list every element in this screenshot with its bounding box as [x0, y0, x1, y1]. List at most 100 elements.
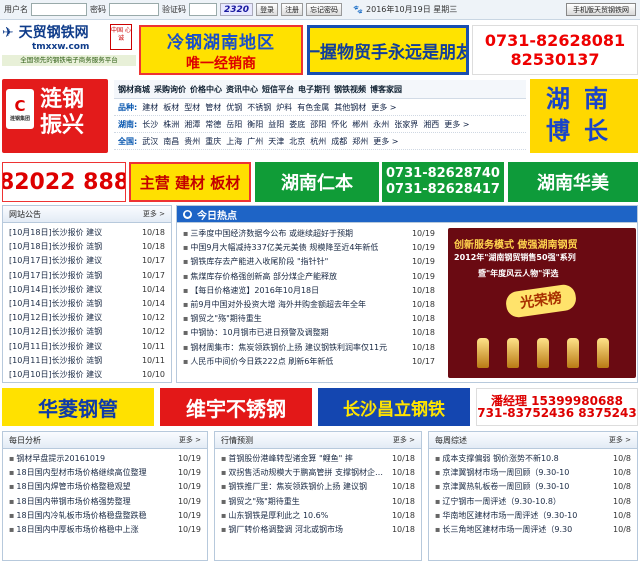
list-item-title[interactable]: 18日国内中厚板市场价格稳中上涨	[9, 523, 138, 537]
list-item[interactable]: 18日国内焊管市场价格整稳观望 10/19	[9, 480, 201, 494]
nav-main-item[interactable]: 电子期刊	[298, 84, 330, 95]
nav-hunan-item[interactable]: 湘潭	[184, 119, 200, 130]
banner-phone1[interactable]: 0731-82628081 82530137	[472, 25, 638, 75]
nav-country-item[interactable]: 北京	[289, 136, 305, 147]
list-item[interactable]: [10月11日]长沙报价 涟钢 10/11	[9, 354, 165, 368]
list-item-title[interactable]: 钢材早盘提示20161019	[9, 452, 105, 466]
nav-country-item[interactable]: 天津	[268, 136, 284, 147]
register-button[interactable]: 注册	[281, 3, 304, 16]
list-item[interactable]: 【每日价格速览】2016年10月18日 10/18	[183, 284, 435, 298]
list-item-title[interactable]: 钢厂转价格调整调 河北或钢市场	[221, 523, 343, 537]
banner-weiyu[interactable]: 维宇不锈钢	[160, 388, 312, 426]
nav-hunan-item[interactable]: 常德	[205, 119, 221, 130]
list-item[interactable]: 首钢股份港峰转型诸金算 "鲤鱼" 摔 10/18	[221, 452, 415, 466]
nav-variety-item[interactable]: 其他钢材	[334, 102, 366, 113]
nav-main-item[interactable]: 采购询价	[154, 84, 186, 95]
list-item-title[interactable]: [10月12日]长沙报价 建议	[9, 311, 102, 325]
list-item[interactable]: 京津翼钢材市场一周回顾（9.30-10 10/8	[435, 466, 631, 480]
nav-hunan-item[interactable]: 衡阳	[247, 119, 263, 130]
list-item[interactable]: [10月18日]长沙报价 涟钢 10/18	[9, 240, 165, 254]
list-item[interactable]: 山东钢铁是厚利此之 10.6% 10/18	[221, 509, 415, 523]
nav-hunan-item[interactable]: 邵阳	[310, 119, 326, 130]
list-item-title[interactable]: 钢铁库存去产能进入收尾阶段 "指针针"	[183, 255, 328, 269]
trend-more-link[interactable]: 更多 >	[393, 435, 415, 445]
list-item-title[interactable]: 前9月中国对外投资大增 海外并购金额超去年全年	[183, 298, 366, 312]
site-logo[interactable]: ✈ 天贸钢铁网 tmxxw.com 全国领先的钢铁电子商务服务平台 中国 心诚	[2, 22, 137, 74]
list-item[interactable]: 钢厂转价格调整调 河北或钢市场 10/18	[221, 523, 415, 537]
captcha-input[interactable]	[189, 3, 217, 16]
list-item[interactable]: 钢材早盘提示20161019 10/19	[9, 452, 201, 466]
list-item[interactable]: [10月10日]长沙报价 建议 10/10	[9, 368, 165, 382]
nav-country-item[interactable]: 上海	[226, 136, 242, 147]
list-item-title[interactable]: 华南地区建材市场一周评述（9.30-10	[435, 509, 577, 523]
nav-hunan-item[interactable]: 郴州	[352, 119, 368, 130]
daily-more-link[interactable]: 更多 >	[179, 435, 201, 445]
list-item[interactable]: 钢铁推厂里：焦炭领跌钢价上扬 建议钢 10/18	[221, 480, 415, 494]
list-item[interactable]: 钢贸之"殇"期待重生 10/18	[221, 495, 415, 509]
nav-main-item[interactable]: 资讯中心	[226, 84, 258, 95]
nav-variety-item[interactable]: 型材	[184, 102, 200, 113]
list-item-title[interactable]: [10月12日]长沙报价 涟钢	[9, 325, 102, 339]
nav-main-item[interactable]: 博客家园	[370, 84, 402, 95]
list-item-title[interactable]: [10月11日]长沙报价 建议	[9, 340, 102, 354]
login-button[interactable]: 登录	[256, 3, 279, 16]
nav-hunan-item[interactable]: 更多 >	[444, 119, 469, 130]
nav-hunan-item[interactable]: 永州	[373, 119, 389, 130]
list-item-title[interactable]: 双拐售活动规模大于鹏高管拼 支撑钢材企业扶持	[221, 466, 388, 480]
nav-variety-item[interactable]: 板材	[163, 102, 179, 113]
list-item[interactable]: 双拐售活动规模大于鹏高管拼 支撑钢材企业扶持10/18	[221, 466, 415, 480]
nav-main-item[interactable]: 钢铁视频	[334, 84, 366, 95]
list-item-title[interactable]: 三季度中国经济数据今公布 或继续超好于预期	[183, 227, 353, 241]
banner-lenggang[interactable]: 冷钢湖南地区 唯一经销商	[139, 25, 303, 75]
nav-country-item[interactable]: 武汉	[142, 136, 158, 147]
list-item[interactable]: 钢铁库存去产能进入收尾阶段 "指针针" 10/19	[183, 255, 435, 269]
list-item-title[interactable]: 首钢股份港峰转型诸金算 "鲤鱼" 摔	[221, 452, 352, 466]
list-item-title[interactable]: [10月18日]长沙报价 建议	[9, 226, 102, 240]
nav-country-item[interactable]: 贵州	[184, 136, 200, 147]
banner-changsha-changli[interactable]: 长沙昌立钢铁	[318, 388, 470, 426]
list-item[interactable]: [10月11日]长沙报价 建议 10/11	[9, 340, 165, 354]
list-item-title[interactable]: 钢材周集市：焦炭领跌钢价上扬 建议钢铁利润率仅11元	[183, 341, 387, 355]
nav-country-item[interactable]: 南昌	[163, 136, 179, 147]
list-item[interactable]: [10月12日]长沙报价 涟钢 10/12	[9, 325, 165, 339]
forgot-password-button[interactable]: 忘记密码	[306, 3, 343, 16]
list-item-title[interactable]: [10月10日]长沙报价 建议	[9, 368, 102, 382]
list-item-title[interactable]: 京津翼钢材市场一周回顾（9.30-10	[435, 466, 569, 480]
list-item[interactable]: 钢贸之"殇"期待重生 10/18	[183, 312, 435, 326]
nav-hunan-item[interactable]: 湘西	[423, 119, 439, 130]
banner-hualing[interactable]: 华菱钢管	[2, 388, 154, 426]
captcha-image[interactable]: 2320	[220, 3, 254, 16]
banner-huamei[interactable]: 湖南华美	[508, 162, 638, 202]
list-item-title[interactable]: [10月17日]长沙报价 涟钢	[9, 269, 102, 283]
username-input[interactable]	[31, 3, 87, 16]
list-item-title[interactable]: 人民币中间价今日跌222点 刷新6年新低	[183, 355, 333, 369]
nav-main-item[interactable]: 价格中心	[190, 84, 222, 95]
list-item-title[interactable]: [10月14日]长沙报价 建议	[9, 283, 102, 297]
list-item[interactable]: 前9月中国对外投资大增 海外并购金额超去年全年 10/18	[183, 298, 435, 312]
list-item-title[interactable]: [10月18日]长沙报价 涟钢	[9, 240, 102, 254]
list-item[interactable]: [10月18日]长沙报价 建议 10/18	[9, 226, 165, 240]
list-item[interactable]: 京津翼热轧板卷一周回顾（9.30-10 10/8	[435, 480, 631, 494]
banner-hunan-bochang[interactable]: 湖南博长	[530, 79, 638, 153]
nav-hunan-item[interactable]: 岳阳	[226, 119, 242, 130]
list-item-title[interactable]: [10月11日]长沙报价 涟钢	[9, 354, 102, 368]
list-item-title[interactable]: 成本支撑偏弱 钢价涨势不新10.8	[435, 452, 558, 466]
nav-variety-item[interactable]: 建材	[142, 102, 158, 113]
nav-country-item[interactable]: 郑州	[352, 136, 368, 147]
list-item-title[interactable]: 焦煤库存价格强创新高 部分煤企产能释放	[183, 270, 337, 284]
nav-country-item[interactable]: 杭州	[310, 136, 326, 147]
list-item[interactable]: 三季度中国经济数据今公布 或继续超好于预期 10/19	[183, 227, 435, 241]
list-item-title[interactable]: 长三角地区建材市场一周评述（9.30	[435, 523, 572, 537]
nav-hunan-item[interactable]: 益阳	[268, 119, 284, 130]
list-item-title[interactable]: 中国9月大幅减持337亿美元美债 规模降至近4年新低	[183, 241, 378, 255]
list-item-title[interactable]: 辽宁钢市一周评述（9.30-10.8）	[435, 495, 561, 509]
list-item-title[interactable]: 京津翼热轧板卷一周回顾（9.30-10	[435, 480, 569, 494]
nav-main-item[interactable]: 短信平台	[262, 84, 294, 95]
notice-more-link[interactable]: 更多 >	[143, 209, 165, 219]
nav-variety-item[interactable]: 不锈钢	[247, 102, 271, 113]
banner-zhuying[interactable]: 主营 建材 板材	[129, 162, 251, 202]
nav-variety-item[interactable]: 管材	[205, 102, 221, 113]
list-item[interactable]: [10月17日]长沙报价 建议 10/17	[9, 254, 165, 268]
list-item[interactable]: [10月12日]长沙报价 建议 10/12	[9, 311, 165, 325]
mobile-version-button[interactable]: 手机版天贸钢铁网	[566, 3, 636, 16]
